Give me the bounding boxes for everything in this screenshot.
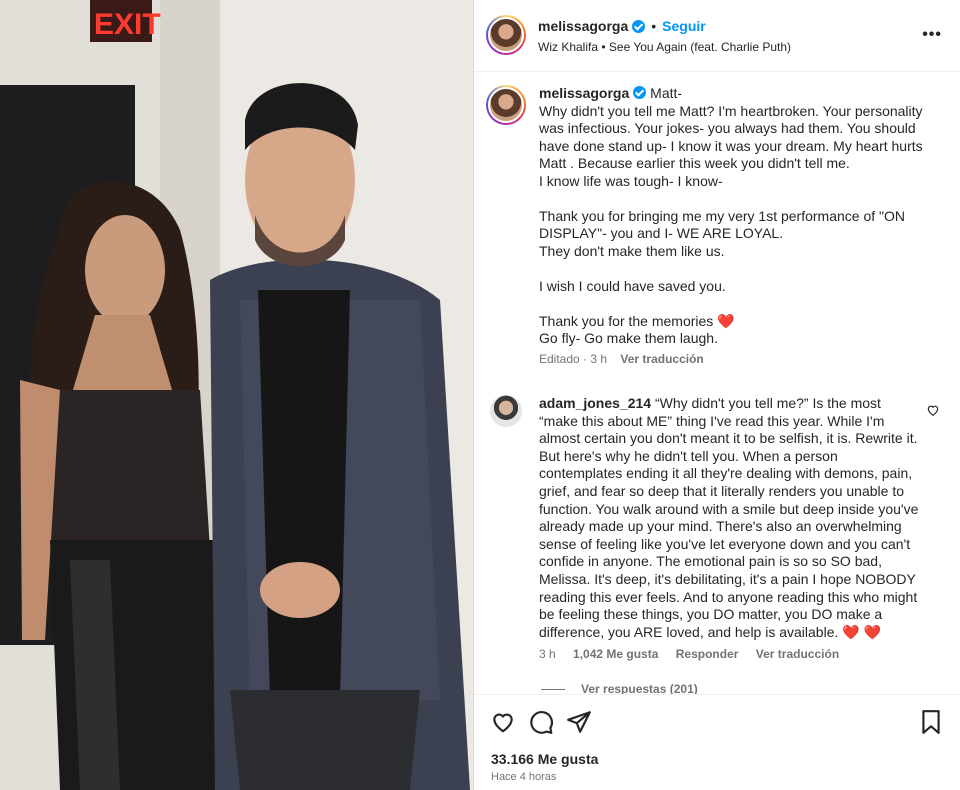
comment-body: adam_jones_214 “Why didn't you tell me?”… [539,395,919,641]
comments-scroll[interactable]: melissagorga Matt- Why didn't you tell m… [474,73,960,694]
author-line: melissagorga • Seguir [538,18,706,34]
caption-text: Matt- Why didn't you tell me Matt? I'm h… [539,85,923,329]
author-avatar[interactable] [486,15,526,55]
comment-hearts: ❤️ ❤️ [842,623,882,640]
share-send-icon[interactable] [566,709,592,735]
more-horizontal-icon[interactable]: ••• [922,26,942,44]
author-username[interactable]: melissagorga [538,18,628,34]
caption-body: melissagorga Matt- Why didn't you tell m… [539,85,931,367]
post-actions: 33.166 Me gusta Hace 4 horas [474,694,960,790]
comment-bubble-icon[interactable] [528,709,554,735]
post-header: melissagorga • Seguir Wiz Khalifa • See … [474,0,960,72]
comment-username[interactable]: adam_jones_214 [539,395,651,411]
caption-avatar[interactable] [486,85,526,125]
post-caption: melissagorga Matt- Why didn't you tell m… [486,85,946,367]
post-timestamp: Hace 4 horas [491,771,557,783]
post-likes-count[interactable]: 33.166 Me gusta [491,751,598,767]
comment-item: adam_jones_214 “Why didn't you tell me?”… [486,395,946,661]
comment-likes[interactable]: 1,042 Me gusta [573,647,658,661]
exit-sign: EXIT [94,8,161,41]
comment-like-heart-icon[interactable] [926,403,940,417]
verified-badge-icon [632,19,646,33]
view-replies-button[interactable]: Ver respuestas (201) [541,682,698,694]
post-photo[interactable]: EXIT [0,0,473,790]
bookmark-save-icon[interactable] [918,709,944,735]
separator-dot: • [651,18,657,34]
caption-translate-link[interactable]: Ver traducción [620,352,703,366]
caption-meta: Editado · 3 h Ver traducción [539,351,931,367]
comment-time: 3 h [539,647,556,662]
comment-meta: 3 h 1,042 Me gusta Responder Ver traducc… [539,647,946,661]
photo-illustration: EXIT [0,0,473,790]
music-label[interactable]: Wiz Khalifa • See You Again (feat. Charl… [538,40,791,54]
post-panel: melissagorga • Seguir Wiz Khalifa • See … [473,0,960,790]
caption-text-end: Go fly- Go make them laugh. [539,330,718,346]
follow-button[interactable]: Seguir [662,18,706,34]
caption-username[interactable]: melissagorga [539,85,629,101]
like-heart-icon[interactable] [490,709,516,735]
reply-button[interactable]: Responder [676,647,739,661]
caption-edited: Editado · 3 h [539,351,608,366]
commenter-avatar[interactable] [490,395,522,427]
comment-translate-link[interactable]: Ver traducción [756,647,839,661]
verified-badge-icon [633,86,647,99]
view-replies-label: Ver respuestas (201) [581,682,698,694]
replies-divider-line [541,688,565,690]
heart-emoji: ❤️ [717,312,735,329]
comment-text: “Why didn't you tell me?” Is the most “m… [539,395,919,640]
